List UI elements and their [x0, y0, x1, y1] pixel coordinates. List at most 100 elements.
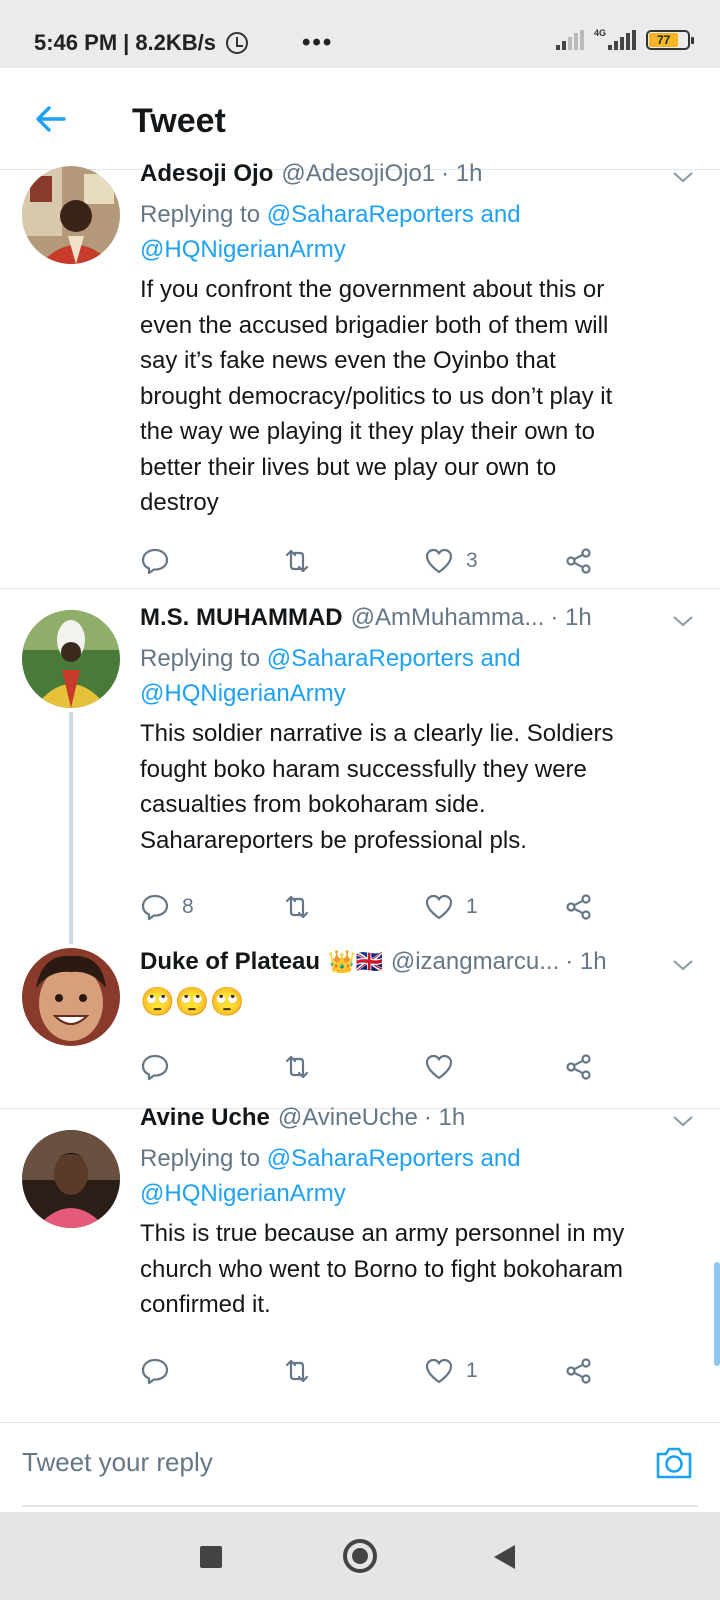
display-name[interactable]: Avine Uche [140, 1104, 270, 1132]
text-line: Saharareporters be professional pls. [140, 826, 527, 854]
replying-prefix: Replying to [140, 201, 261, 228]
reply-button[interactable] [140, 546, 182, 576]
retweet-button[interactable] [282, 546, 324, 576]
mention-link[interactable]: @HQNigerianArmy [140, 236, 346, 263]
mention-link[interactable]: @SaharaReporters and [267, 645, 521, 672]
text-line: even the accused brigadier both of them … [140, 311, 609, 339]
reply-bar: Tweet your reply [0, 1422, 720, 1507]
heart-icon [425, 548, 453, 574]
tweet-header: Avine Uche @AvineUche · 1h [140, 1104, 696, 1132]
tweet-header: Duke of Plateau 👑🇬🇧 @izangmarcu... · 1h [140, 948, 638, 976]
share-button[interactable] [564, 892, 594, 922]
tweet-actions [140, 1052, 610, 1088]
text-line: 🙄🙄🙄 [140, 986, 245, 1017]
back-triangle-icon[interactable] [494, 1545, 515, 1569]
tweet-header: Adesoji Ojo @AdesojiOjo1 · 1h [140, 160, 696, 188]
share-icon [566, 894, 591, 920]
chevron-down-icon[interactable] [672, 954, 694, 976]
share-button[interactable] [564, 1052, 594, 1082]
like-count: 1 [466, 1359, 478, 1382]
text-line: casualties from bokoharam side. [140, 791, 486, 818]
text-line: This soldier narrative is a clearly lie.… [140, 720, 614, 747]
tweet-text: If you confront the government about thi… [140, 272, 690, 521]
retweet-button[interactable] [282, 1356, 324, 1386]
reply-input[interactable]: Tweet your reply [22, 1447, 213, 1478]
text-line: fought boko haram successfully they were [140, 755, 587, 783]
status-separator: | [123, 30, 130, 55]
system-nav-bar [0, 1512, 720, 1600]
scrollbar[interactable] [714, 1262, 720, 1366]
tweet-time: · 1h [441, 160, 483, 187]
display-name[interactable]: M.S. MUHAMMAD [140, 604, 343, 632]
like-button[interactable]: 3 [424, 546, 478, 576]
heart-icon [425, 1358, 453, 1384]
user-handle[interactable]: @AmMuhamma... [351, 604, 545, 632]
text-line: destroy [140, 489, 219, 516]
recents-square-icon[interactable] [200, 1546, 222, 1568]
avatar[interactable] [22, 948, 120, 1046]
retweet-button[interactable] [282, 892, 324, 922]
text-line: This is true because an army personnel i… [140, 1220, 625, 1247]
mention-link[interactable]: @SaharaReporters and [267, 201, 521, 228]
mention-link[interactable]: @SaharaReporters and [267, 1145, 521, 1172]
chevron-down-icon[interactable] [672, 166, 694, 188]
reply-button[interactable] [140, 1052, 182, 1082]
replying-to: Replying to @SaharaReporters and @HQNige… [140, 641, 521, 711]
retweet-icon [285, 895, 309, 919]
like-button[interactable] [424, 1052, 466, 1082]
like-button[interactable]: 1 [424, 892, 478, 922]
mention-link[interactable]: @HQNigerianArmy [140, 680, 346, 707]
signal-4g-icon [608, 30, 636, 50]
retweet-icon [285, 1055, 309, 1079]
share-icon [566, 1054, 591, 1080]
name-emoji: 👑🇬🇧 [328, 949, 383, 974]
top-app-bar: Tweet [0, 68, 720, 170]
status-left: 5:46 PM | 8.2KB/s ••• [34, 29, 333, 57]
avatar[interactable] [22, 610, 120, 708]
replying-prefix: Replying to [140, 1145, 261, 1172]
tweet-actions: 3 [140, 546, 610, 582]
like-count: 3 [466, 549, 478, 572]
reply-button[interactable] [140, 1356, 182, 1386]
avatar[interactable] [22, 166, 120, 264]
heart-icon [425, 894, 453, 920]
share-icon [566, 1358, 591, 1384]
tweet-actions: 1 [140, 1356, 610, 1392]
replying-to: Replying to @SaharaReporters and @HQNige… [140, 197, 521, 267]
user-handle[interactable]: @AdesojiOjo1 [281, 160, 435, 188]
reply-underline [22, 1505, 698, 1507]
tweet-text: 🙄🙄🙄 [140, 984, 690, 1020]
user-handle[interactable]: @AvineUche [278, 1104, 418, 1132]
text-line: say it’s fake news even the Oyinbo that [140, 347, 556, 374]
signal-icon [555, 30, 584, 50]
share-icon [566, 548, 591, 574]
tweet-time: · 1h [550, 604, 592, 631]
retweet-icon [285, 549, 309, 573]
like-button[interactable]: 1 [424, 1356, 478, 1386]
avatar[interactable] [22, 1130, 120, 1228]
user-handle[interactable]: @izangmarcu... [391, 948, 559, 976]
text-line: better their lives but we play our own t… [140, 453, 557, 481]
retweet-icon [285, 1359, 309, 1383]
tweet-text: This soldier narrative is a clearly lie.… [140, 716, 690, 858]
chevron-down-icon[interactable] [672, 1110, 694, 1132]
display-name[interactable]: Duke of Plateau [140, 948, 320, 976]
status-right: 4G 77 [555, 28, 694, 50]
mention-link[interactable]: @HQNigerianArmy [140, 1180, 346, 1207]
camera-icon[interactable] [654, 1445, 694, 1481]
home-circle-icon[interactable] [343, 1539, 377, 1573]
display-name[interactable]: Adesoji Ojo [140, 160, 273, 188]
more-notifications-icon: ••• [302, 29, 334, 56]
status-bar: 5:46 PM | 8.2KB/s ••• 4G 77 [0, 0, 720, 68]
reply-button[interactable]: 8 [140, 892, 194, 922]
share-button[interactable] [564, 546, 594, 576]
tweet-time: · 1h [423, 1104, 466, 1131]
share-button[interactable] [564, 1356, 594, 1386]
arrow-left-icon[interactable] [34, 102, 68, 136]
reply-icon [141, 1358, 169, 1385]
chevron-down-icon[interactable] [672, 610, 694, 632]
thread-line [69, 712, 73, 944]
retweet-button[interactable] [282, 1052, 324, 1082]
status-speed: 8.2KB/s [135, 30, 217, 55]
text-line: brought democracy/politics to us don’t p… [140, 382, 613, 410]
